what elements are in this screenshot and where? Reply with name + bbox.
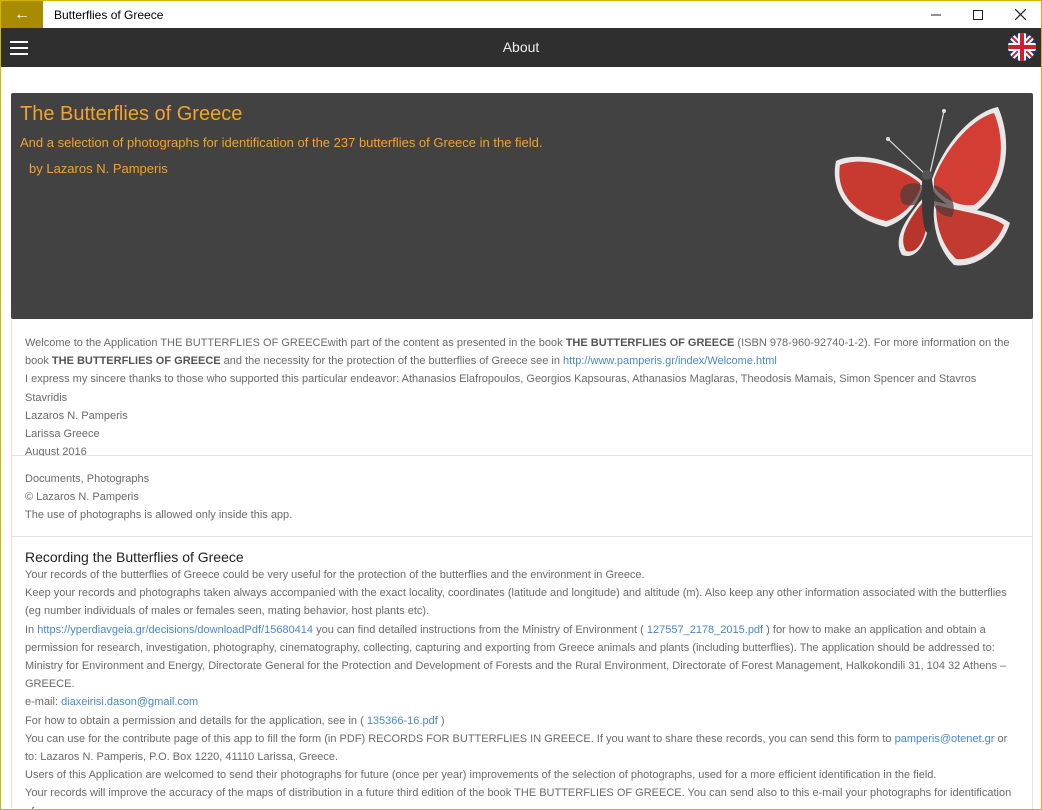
intro-card: Welcome to the Application THE BUTTERFLI… <box>11 319 1033 458</box>
arrow-left-icon: ← <box>14 5 30 23</box>
section-heading: Recording the Butterflies of Greece <box>25 549 244 565</box>
recording-paragraph: For how to obtain a permission and detai… <box>25 712 1019 730</box>
contact-email-link[interactable]: pamperis@otenet.gr <box>895 733 995 745</box>
pdf-link[interactable]: 135366-16.pdf <box>367 715 438 727</box>
intro-text: Welcome to the Application THE BUTTERFLI… <box>25 337 566 349</box>
recording-paragraph: Keep your records and photographs taken … <box>25 587 1007 618</box>
recording-card: Recording the Butterflies of Greece Your… <box>11 537 1033 809</box>
recording-text: you can find detailed instructions from … <box>313 623 647 636</box>
window-controls <box>915 1 1041 28</box>
hero-title: The Butterflies of Greece <box>20 103 243 125</box>
close-icon <box>1014 9 1026 20</box>
copyright-line: © Lazaros N. Pamperis <box>25 491 139 504</box>
recording-text: In <box>25 623 38 636</box>
book-title: THE BUTTERFLIES OF GREECE <box>51 355 221 368</box>
signature-place: Larissa Greece <box>25 428 100 441</box>
hero-banner: The Butterflies of Greece And a selectio… <box>11 93 1033 319</box>
email-label: e-mail: <box>25 696 62 709</box>
thanks-text: I express my sincere thanks to those who… <box>25 373 977 404</box>
copyright-line: The use of photographs is allowed only i… <box>25 509 293 522</box>
recording-text: You can use for the contribute page of t… <box>25 732 895 745</box>
ministry-link[interactable]: https://yperdiavgeia.gr/decisions/downlo… <box>37 624 313 636</box>
recording-paragraph: You can use for the contribute page of t… <box>25 730 1019 766</box>
copyright-line: Documents, Photographs <box>25 473 150 485</box>
intro-paragraph: Welcome to the Application THE BUTTERFLI… <box>25 334 1019 370</box>
book-title: THE BUTTERFLIES OF GREECE <box>565 337 735 349</box>
hero-subtitle: And a selection of photographs for ident… <box>20 135 543 150</box>
email-link[interactable]: diaxeirisi.dason@gmail.com <box>61 696 198 708</box>
minimize-button[interactable] <box>915 1 957 28</box>
app-window: ← Butterflies of Greece About The Butter… <box>0 0 1042 810</box>
recording-paragraph: Your records will improve the accuracy o… <box>25 787 1012 809</box>
uk-flag-icon <box>1008 33 1036 61</box>
butterfly-image <box>834 107 1010 266</box>
email-line: e-mail: diaxeirisi.dason@gmail.com <box>25 693 1019 711</box>
maximize-button[interactable] <box>957 1 999 28</box>
pdf-link[interactable]: 127557_2178_2015.pdf <box>647 624 763 636</box>
recording-text: For how to obtain a permission and detai… <box>25 714 367 727</box>
language-button[interactable] <box>1008 33 1036 61</box>
back-button[interactable]: ← <box>1 1 43 28</box>
recording-paragraph: Your records of the butterflies of Greec… <box>25 569 645 581</box>
recording-paragraph: In https://yperdiavgeia.gr/decisions/dow… <box>25 621 1019 694</box>
recording-text: ) <box>437 714 445 727</box>
recording-paragraph: Users of this Application are welcomed t… <box>25 769 937 782</box>
close-button[interactable] <box>999 1 1041 28</box>
window-title: Butterflies of Greece <box>54 7 164 22</box>
website-link[interactable]: http://www.pamperis.gr/index/Welcome.htm… <box>563 355 777 367</box>
copyright-card: Documents, Photographs © Lazaros N. Pamp… <box>11 456 1033 537</box>
minimize-icon <box>931 14 941 15</box>
page-title: About <box>502 39 540 55</box>
title-bar: ← Butterflies of Greece <box>1 1 1041 28</box>
signature-name: Lazaros N. Pamperis <box>25 409 128 422</box>
hero-author: by Lazaros N. Pamperis <box>29 161 168 176</box>
intro-text: and the necessity for the protection of … <box>220 355 564 368</box>
maximize-icon <box>973 9 983 20</box>
app-bar: About <box>1 28 1041 67</box>
